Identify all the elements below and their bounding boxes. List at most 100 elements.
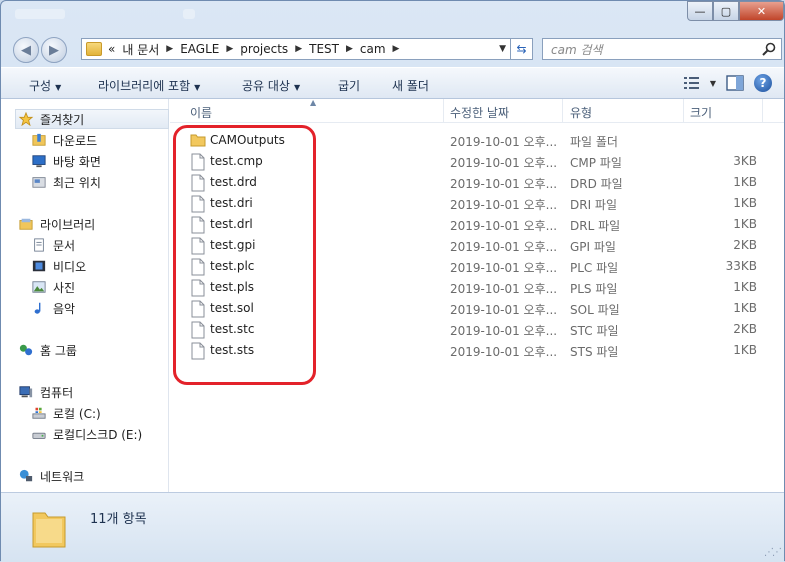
file-size: 1KB <box>733 217 757 231</box>
chevron-right-icon[interactable]: ▶ <box>295 44 302 54</box>
file-date: 2019-10-01 오후... <box>450 261 558 275</box>
item-count: 11개 항목 <box>90 512 147 527</box>
search-input[interactable]: cam 검색 <box>551 41 603 58</box>
file-type: DRD 파일 <box>570 177 623 191</box>
homegroup-icon <box>19 344 33 356</box>
resize-grip-icon[interactable]: ⋰⋰ <box>764 547 782 558</box>
explorer-window: — ▢ ✕ ◀ ▶ « 내 문서 ▶ EAGLE ▶ projects ▶ TEST ▶… <box>0 0 785 562</box>
search-icon[interactable] <box>762 42 776 56</box>
share-label: 공유 대상 <box>242 79 290 93</box>
file-size: 33KB <box>725 259 757 273</box>
nav-libraries[interactable]: 라이브러리 <box>18 214 95 234</box>
view-controls: ▼ ? <box>683 74 772 92</box>
recent-places-icon <box>32 177 46 188</box>
forward-arrow-icon: ▶ <box>49 42 59 58</box>
chevron-right-icon[interactable]: ▶ <box>226 44 233 54</box>
windows-drive-icon <box>32 407 46 419</box>
column-divider[interactable] <box>683 99 684 123</box>
breadcrumb-item[interactable]: 내 문서 <box>122 41 159 58</box>
file-size: 1KB <box>733 301 757 315</box>
nav-downloads[interactable]: 다운로드 <box>31 130 97 150</box>
breadcrumb-item[interactable]: projects <box>240 42 288 56</box>
sort-ascending-icon: ▲ <box>310 98 317 107</box>
column-header-size[interactable]: 크기 <box>690 104 712 121</box>
documents-icon <box>34 238 44 252</box>
column-header-date[interactable]: 수정한 날짜 <box>450 104 509 121</box>
back-arrow-icon: ◀ <box>21 42 31 58</box>
nav-label: 최근 위치 <box>53 175 101 190</box>
dropdown-arrow-icon: ▼ <box>293 83 301 92</box>
breadcrumb-item[interactable]: EAGLE <box>180 42 219 56</box>
column-divider[interactable] <box>762 99 763 123</box>
nav-pictures[interactable]: 사진 <box>31 277 75 297</box>
nav-label: 다운로드 <box>53 133 98 148</box>
column-header-name[interactable]: 이름 <box>190 104 212 121</box>
nav-music[interactable]: 음악 <box>31 298 75 318</box>
nav-desktop[interactable]: 바탕 화면 <box>31 151 101 171</box>
preview-pane-icon[interactable] <box>726 75 744 91</box>
nav-computer[interactable]: 컴퓨터 <box>18 382 73 402</box>
file-date: 2019-10-01 오후... <box>450 303 558 317</box>
nav-label: 비디오 <box>53 259 87 274</box>
folder-icon <box>86 42 102 56</box>
minimize-button[interactable]: — <box>687 1 713 21</box>
nav-network[interactable]: 네트워크 <box>18 466 84 486</box>
details-pane: 11개 항목 ⋰⋰ <box>1 492 784 562</box>
breadcrumb-item[interactable]: cam <box>360 42 386 56</box>
close-button[interactable]: ✕ <box>739 1 784 21</box>
nav-label: 네트워크 <box>40 469 85 484</box>
nav-label: 음악 <box>53 301 76 316</box>
address-bar[interactable]: « 내 문서 ▶ EAGLE ▶ projects ▶ TEST ▶ cam ▶ ▼ <box>81 38 511 60</box>
navigation-bar: ◀ ▶ « 내 문서 ▶ EAGLE ▶ projects ▶ TEST ▶ cam ▶ … <box>1 33 784 65</box>
new-folder-button[interactable]: 새 폴더 <box>392 77 429 94</box>
burn-button[interactable]: 굽기 <box>338 77 360 94</box>
address-dropdown-icon[interactable]: ▼ <box>499 44 506 54</box>
column-divider[interactable] <box>562 99 563 123</box>
music-icon <box>34 302 41 314</box>
large-folder-icon <box>32 512 66 548</box>
share-menu[interactable]: 공유 대상 ▼ <box>242 77 300 94</box>
breadcrumb-item[interactable]: TEST <box>309 42 339 56</box>
nav-local-c[interactable]: 로컬 (C:) <box>31 403 101 423</box>
file-type: DRI 파일 <box>570 198 618 212</box>
view-dropdown-icon[interactable]: ▼ <box>710 79 716 88</box>
nav-homegroup[interactable]: 홈 그룹 <box>18 340 77 360</box>
file-size: 3KB <box>733 154 757 168</box>
star-icon <box>18 112 34 126</box>
chevron-right-icon[interactable]: ▶ <box>346 44 353 54</box>
chevron-right-icon[interactable]: ▶ <box>393 44 400 54</box>
nav-label: 문서 <box>53 238 76 253</box>
organize-menu[interactable]: 구성 ▼ <box>29 77 61 94</box>
search-box[interactable]: cam 검색 <box>542 38 782 60</box>
file-size: 1KB <box>733 343 757 357</box>
file-date: 2019-10-01 오후... <box>450 135 558 149</box>
refresh-button[interactable]: ⇆ <box>511 38 533 60</box>
nav-videos[interactable]: 비디오 <box>31 256 86 276</box>
nav-label: 즐겨찾기 <box>40 112 85 127</box>
nav-local-e[interactable]: 로컬디스크D (E:) <box>31 424 142 444</box>
file-type: CMP 파일 <box>570 156 622 170</box>
file-date: 2019-10-01 오후... <box>450 219 558 233</box>
file-date: 2019-10-01 오후... <box>450 345 558 359</box>
chevron-right-icon[interactable]: ▶ <box>166 44 173 54</box>
view-options-icon[interactable] <box>683 77 700 89</box>
forward-button[interactable]: ▶ <box>41 37 67 63</box>
content-area: 즐겨찾기 다운로드 바탕 화면 최근 위치 라이브러리 문서 비디오 사진 음악… <box>1 98 784 492</box>
title-bar[interactable]: — ▢ ✕ <box>1 1 784 31</box>
column-divider[interactable] <box>443 99 444 123</box>
column-header-type[interactable]: 유형 <box>570 104 592 121</box>
nav-favorites[interactable]: 즐겨찾기 <box>18 109 84 129</box>
file-date: 2019-10-01 오후... <box>450 240 558 254</box>
annotation-highlight-box <box>173 125 316 385</box>
include-library-menu[interactable]: 라이브러리에 포함 ▼ <box>98 77 200 94</box>
breadcrumb-overflow[interactable]: « <box>108 42 115 56</box>
nav-label: 컴퓨터 <box>40 385 74 400</box>
nav-label: 사진 <box>53 280 76 295</box>
breadcrumb: « 내 문서 ▶ EAGLE ▶ projects ▶ TEST ▶ cam ▶ <box>108 41 406 58</box>
back-button[interactable]: ◀ <box>13 37 39 63</box>
nav-documents[interactable]: 문서 <box>31 235 75 255</box>
nav-recent[interactable]: 최근 위치 <box>31 172 101 192</box>
nav-label: 로컬디스크D (E:) <box>53 427 143 442</box>
help-icon[interactable]: ? <box>754 74 772 92</box>
maximize-button[interactable]: ▢ <box>713 1 739 21</box>
